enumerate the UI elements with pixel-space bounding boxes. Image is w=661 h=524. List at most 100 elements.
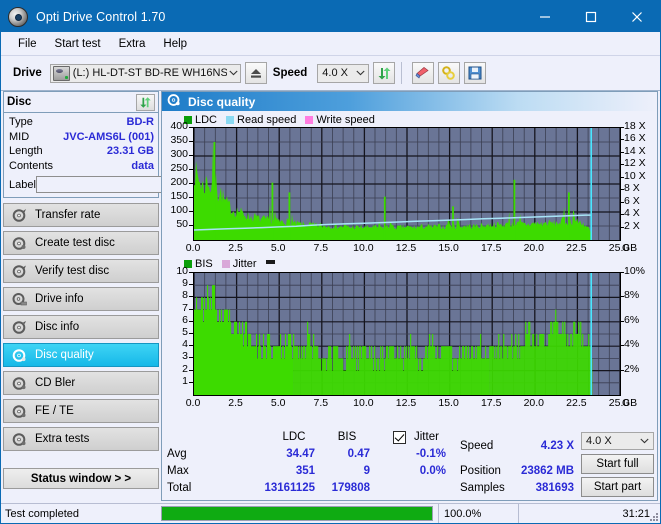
erase-button[interactable] — [412, 62, 435, 84]
tools-button[interactable] — [438, 62, 461, 84]
sidebar-item-disc-info[interactable]: Disc info — [3, 315, 159, 339]
y2tick-mark — [620, 201, 624, 203]
disc-panel-title: Disc — [7, 96, 32, 108]
disc-length-value: 23.31 GB — [106, 145, 154, 157]
sidebar-item-cd-bler[interactable]: CD Bler — [3, 371, 159, 395]
sidebar-item-fe-te[interactable]: FE / TE — [3, 399, 159, 423]
sidebar-item-extra-tests[interactable]: Extra tests — [3, 427, 159, 451]
start-full-button[interactable]: Start full — [581, 454, 654, 474]
toolbar-divider — [401, 62, 403, 84]
chevron-down-icon — [640, 435, 649, 447]
disc-type-label: Type — [9, 116, 33, 128]
bis-chart-y2tick: 4% — [624, 338, 640, 351]
nav-list: Transfer rate Create test disc Verify te… — [3, 203, 159, 489]
refresh-button[interactable] — [373, 62, 396, 84]
maximize-icon[interactable] — [568, 1, 614, 32]
menu-file[interactable]: File — [9, 36, 46, 52]
ldc-chart-ytick: 100 — [170, 204, 188, 216]
sidebar-item-verify-test-disc[interactable]: Verify test disc — [3, 259, 159, 283]
progress-percent: 100.0% — [438, 504, 518, 523]
sidebar-item-label: Extra tests — [35, 433, 90, 445]
start-part-button[interactable]: Start part — [581, 477, 654, 497]
sidebar: Disc Type BD-R MID JVC-AMS6L (001) Lengt… — [3, 91, 204, 501]
stats-avg-jitter: -0.1% — [415, 448, 446, 460]
ldc-area — [194, 143, 592, 240]
sidebar-item-create-test-disc[interactable]: Create test disc — [3, 231, 159, 255]
ldc-chart-xtick: 5.0 — [270, 242, 286, 254]
main-body: Disc Type BD-R MID JVC-AMS6L (001) Lengt… — [1, 90, 660, 503]
sidebar-item-transfer-rate[interactable]: Transfer rate — [3, 203, 159, 227]
app-disc-icon — [8, 6, 28, 27]
ytick-mark — [189, 308, 193, 310]
bis-chart-xtick: 17.5 — [480, 397, 502, 409]
bis-chart-plot-area — [193, 272, 621, 396]
toolbar: Drive (L:) HL-DT-ST BD-RE WH16NS58 TST4 … — [1, 56, 660, 91]
ldc-chart-xtick: 7.5 — [313, 242, 329, 254]
disc-test-icon — [12, 208, 27, 223]
bis-chart-xtick: 10.0 — [353, 397, 374, 409]
disc-refresh-button[interactable] — [136, 93, 155, 111]
sidebar-item-drive-info[interactable]: Drive info — [3, 287, 159, 311]
stats-max-jitter: 0.0% — [419, 465, 446, 477]
sidebar-item-disc-quality[interactable]: Disc quality — [3, 343, 159, 367]
menu-start-test[interactable]: Start test — [46, 36, 110, 52]
ldc-chart: 50 100 150 200 250 300 350 400 2 X4 X6 X8 X 10 X1… — [162, 120, 659, 255]
save-button[interactable] — [464, 62, 487, 84]
bis-chart-y2tick: 2% — [624, 362, 640, 375]
test-speed-select[interactable]: 4.0 X — [581, 432, 654, 450]
position-label: Position — [460, 465, 501, 477]
ytick-mark — [189, 197, 193, 198]
speed-select[interactable]: 4.0 X — [317, 63, 370, 83]
samples-value: 381693 — [535, 482, 574, 494]
bis-chart-xtick: 22.5 — [566, 397, 587, 409]
drive-label: Drive — [13, 67, 42, 79]
ldc-chart-xtick: 0.0 — [185, 242, 201, 254]
drive-select[interactable]: (L:) HL-DT-ST BD-RE WH16NS58 TST4 — [49, 63, 241, 83]
legend-label-jitter: Jitter — [232, 258, 257, 270]
disc-label-label: Label — [9, 178, 36, 191]
ytick-mark — [189, 320, 193, 322]
menu-bar: File Start test Extra Help — [1, 32, 660, 56]
bis-chart-xtick: 0.0 — [185, 397, 201, 409]
bis-chart: 1 2 3 4 5 6 7 8 9 10 2% 4% 6% 8% 10% 0.0 2.5 5.0 7.5 10.0 12… — [162, 265, 659, 410]
y2tick-mark — [620, 127, 624, 128]
menu-help[interactable]: Help — [154, 36, 196, 52]
bis-chart-ytick: 2 — [182, 362, 188, 375]
ytick-mark — [189, 272, 193, 273]
ytick-mark — [189, 211, 193, 212]
ytick-mark — [189, 183, 193, 184]
sidebar-item-label: Disc info — [35, 321, 80, 333]
jitter-trace-indicator — [265, 259, 275, 264]
y2tick-mark — [620, 139, 624, 141]
y2tick-mark — [620, 272, 624, 273]
ldc-chart-ytick: 300 — [170, 148, 188, 160]
legend-label-bis: BIS — [195, 258, 213, 270]
legend-swatch-jitter — [221, 260, 230, 268]
menu-extra[interactable]: Extra — [110, 36, 155, 52]
close-icon[interactable] — [614, 1, 660, 32]
title-bar: Opti Drive Control 1.70 — [1, 1, 660, 32]
status-window-button[interactable]: Status window > > — [3, 468, 159, 489]
resize-grip[interactable] — [648, 511, 658, 521]
disc-row-mid: MID JVC-AMS6L (001) — [9, 130, 154, 145]
sidebar-item-label: Transfer rate — [35, 209, 101, 221]
progress-fill — [162, 507, 432, 520]
stats-max-bis: 9 — [363, 465, 370, 477]
ytick-mark — [189, 381, 193, 383]
window-title: Opti Drive Control 1.70 — [36, 9, 166, 24]
ytick-mark — [189, 333, 193, 334]
y2tick-mark — [620, 164, 624, 166]
ytick-mark — [189, 296, 193, 298]
ytick-mark — [189, 141, 193, 142]
eject-button[interactable] — [244, 62, 267, 84]
disc-row-length: Length 23.31 GB — [9, 144, 154, 159]
disc-contents-value: data — [131, 159, 154, 172]
speed-select-value: 4.0 X — [322, 67, 348, 79]
stats-row-label-max: Max — [167, 465, 189, 477]
jitter-checkbox[interactable] — [393, 431, 406, 444]
minimize-icon[interactable] — [522, 1, 568, 32]
ldc-chart-ytick: 250 — [170, 162, 188, 174]
bis-chart-xunit: GB — [622, 397, 638, 409]
ytick-mark — [189, 369, 193, 371]
disc-length-label: Length — [9, 145, 43, 157]
